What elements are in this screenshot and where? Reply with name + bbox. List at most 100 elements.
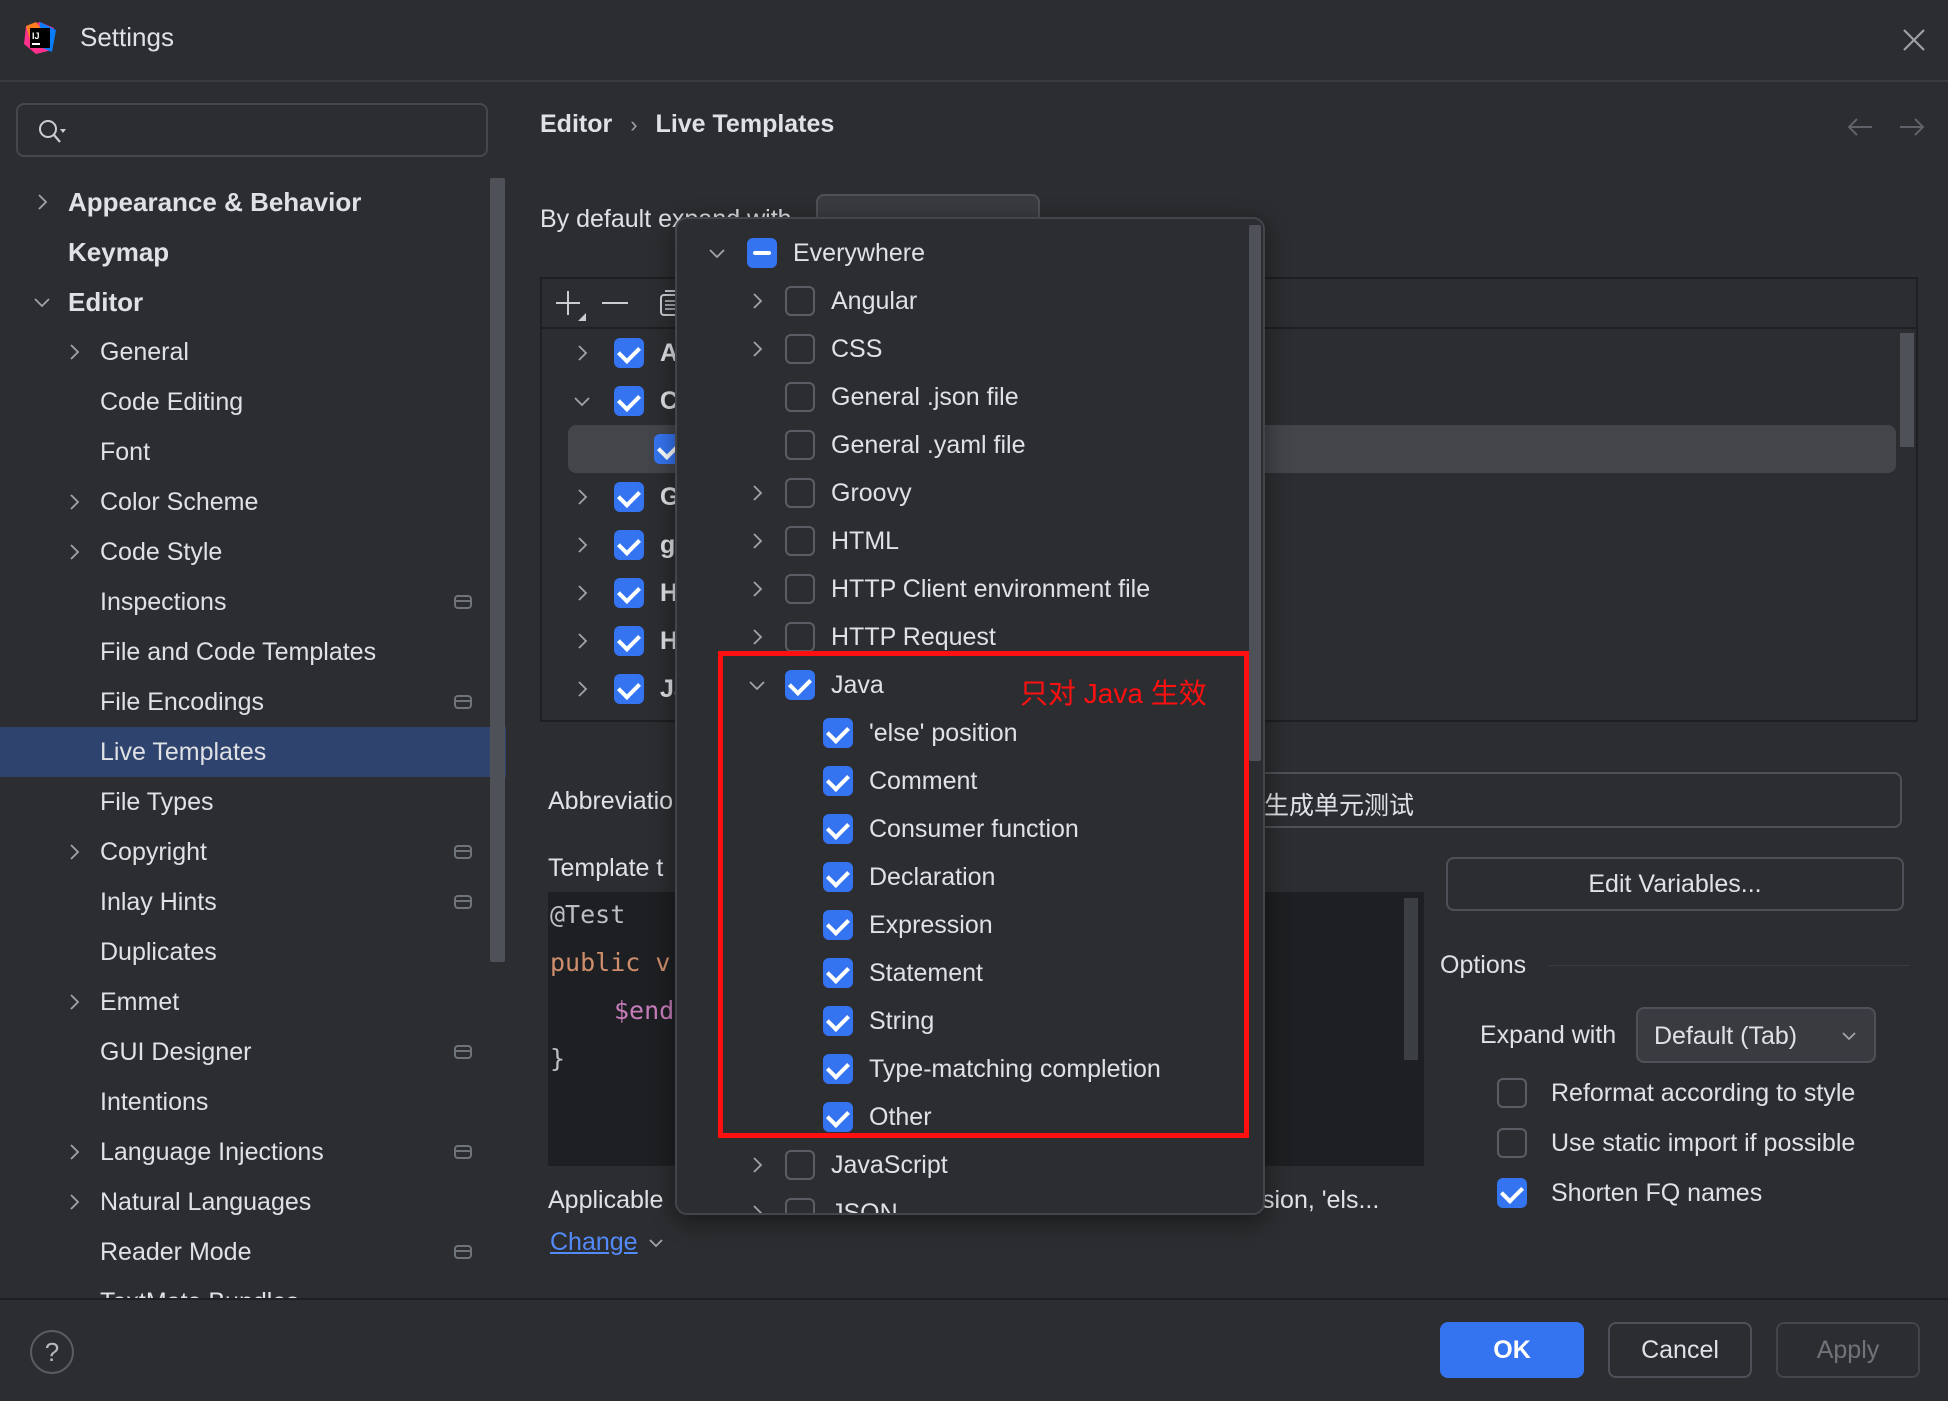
template-group-checkbox[interactable] [614,386,644,416]
apply-button[interactable]: Apply [1776,1322,1920,1378]
expand-toggle[interactable] [64,1192,84,1212]
option-reformat-according-to-style[interactable]: Reformat according to style [1497,1078,1855,1108]
context-checkbox[interactable] [747,238,777,268]
sidebar-item-language-injections[interactable]: Language Injections [0,1127,506,1177]
expand-toggle[interactable] [747,339,767,359]
sidebar-item-editor[interactable]: Editor [0,277,506,327]
expand-toggle[interactable] [747,1155,767,1175]
context-item-other[interactable]: Other [677,1093,1237,1141]
back-button[interactable] [1846,116,1874,138]
templates-scrollbar[interactable] [1900,333,1914,447]
search-input[interactable] [78,111,482,151]
context-checkbox[interactable] [823,910,853,940]
expand-toggle[interactable] [64,342,84,362]
expand-toggle[interactable] [572,679,592,699]
option-checkbox[interactable] [1497,1078,1527,1108]
expand-toggle[interactable] [747,627,767,647]
context-item-comment[interactable]: Comment [677,757,1237,805]
context-item-statement[interactable]: Statement [677,949,1237,997]
context-checkbox[interactable] [785,1198,815,1213]
context-item-expression[interactable]: Expression [677,901,1237,949]
chevron-right-icon[interactable] [747,627,767,647]
option-use-static-import-if-possible[interactable]: Use static import if possible [1497,1128,1855,1158]
sidebar-item-color-scheme[interactable]: Color Scheme [0,477,506,527]
sidebar-item-file-types[interactable]: File Types [0,777,506,827]
sidebar-item-live-templates[interactable]: Live Templates [0,727,506,777]
context-checkbox[interactable] [823,1006,853,1036]
chevron-right-icon[interactable] [572,631,592,651]
sidebar-scrollbar[interactable] [490,178,505,962]
context-item-everywhere[interactable]: Everywhere [677,229,1237,277]
chevron-right-icon[interactable] [64,842,84,862]
expand-toggle[interactable] [747,291,767,311]
chevron-right-icon[interactable] [747,1155,767,1175]
context-checkbox[interactable] [785,382,815,412]
chevron-right-icon[interactable] [747,291,767,311]
context-checkbox[interactable] [823,862,853,892]
sidebar-item-intentions[interactable]: Intentions [0,1077,506,1127]
template-group-checkbox[interactable] [614,482,644,512]
expand-toggle[interactable] [572,583,592,603]
forward-button[interactable] [1898,116,1926,138]
context-checkbox[interactable] [785,286,815,316]
sidebar-item-textmate-bundles[interactable]: TextMate Bundles [0,1277,506,1299]
context-checkbox[interactable] [785,334,815,364]
sidebar-item-general[interactable]: General [0,327,506,377]
sidebar-item-appearance-behavior[interactable]: Appearance & Behavior [0,177,506,227]
option-checkbox[interactable] [1497,1178,1527,1208]
sidebar-item-code-style[interactable]: Code Style [0,527,506,577]
context-checkbox[interactable] [785,430,815,460]
expand-toggle[interactable] [572,631,592,651]
add-button[interactable] [554,289,586,321]
expand-toggle[interactable] [747,675,767,695]
search-box[interactable] [16,103,488,157]
chevron-right-icon[interactable] [747,579,767,599]
context-item-type-matching-completion[interactable]: Type-matching completion [677,1045,1237,1093]
sidebar-item-font[interactable]: Font [0,427,506,477]
cancel-button[interactable]: Cancel [1608,1322,1752,1378]
sidebar-item-file-and-code-templates[interactable]: File and Code Templates [0,627,506,677]
description-field[interactable]: 生成单元测试 [1240,772,1902,828]
chevron-right-icon[interactable] [747,483,767,503]
context-checkbox[interactable] [823,958,853,988]
sidebar-item-copyright[interactable]: Copyright [0,827,506,877]
context-checkbox[interactable] [823,718,853,748]
expand-toggle[interactable] [64,992,84,1012]
context-checkbox[interactable] [823,1054,853,1084]
template-group-checkbox[interactable] [614,578,644,608]
context-checkbox[interactable] [823,814,853,844]
sidebar-item-emmet[interactable]: Emmet [0,977,506,1027]
context-item-string[interactable]: String [677,997,1237,1045]
expand-with-select[interactable]: Default (Tab) [1636,1007,1876,1063]
expand-toggle[interactable] [64,842,84,862]
template-group-checkbox[interactable] [614,338,644,368]
expand-toggle[interactable] [64,1142,84,1162]
context-item-css[interactable]: CSS [677,325,1237,373]
sidebar-item-code-editing[interactable]: Code Editing [0,377,506,427]
context-item-else-position[interactable]: 'else' position [677,709,1237,757]
context-popup-scrollbar[interactable] [1249,225,1261,761]
remove-button[interactable] [600,289,630,319]
context-checkbox[interactable] [823,766,853,796]
expand-toggle[interactable] [572,391,592,411]
context-checkbox[interactable] [823,1102,853,1132]
expand-toggle[interactable] [64,492,84,512]
expand-toggle[interactable] [64,542,84,562]
chevron-right-icon[interactable] [64,492,84,512]
context-checkbox[interactable] [785,574,815,604]
chevron-right-icon[interactable] [572,679,592,699]
chevron-right-icon[interactable] [572,535,592,555]
expand-toggle[interactable] [747,579,767,599]
help-button[interactable]: ? [30,1330,74,1374]
expand-toggle[interactable] [747,1203,767,1213]
context-item-general-yaml-file[interactable]: General .yaml file [677,421,1237,469]
chevron-right-icon[interactable] [747,531,767,551]
sidebar-item-reader-mode[interactable]: Reader Mode [0,1227,506,1277]
change-context-link[interactable]: Change [550,1228,664,1257]
close-button[interactable] [1898,24,1930,56]
chevron-down-icon[interactable] [32,292,52,312]
ok-button[interactable]: OK [1440,1322,1584,1378]
expand-toggle[interactable] [572,535,592,555]
context-item-http-client-environment-file[interactable]: HTTP Client environment file [677,565,1237,613]
chevron-down-icon[interactable] [707,243,727,263]
